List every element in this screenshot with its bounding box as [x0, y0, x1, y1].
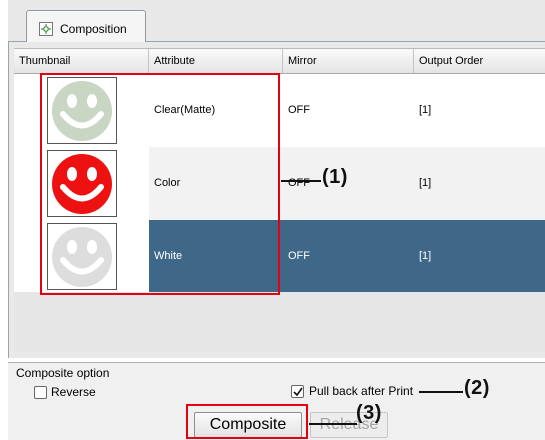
callout-label-1: (1) — [322, 166, 348, 188]
composition-tab-icon — [39, 22, 53, 36]
callout-label-2: (2) — [464, 377, 490, 399]
tab-strip: Composition — [8, 0, 545, 42]
checkmark-icon — [293, 387, 303, 397]
column-header-thumbnail[interactable]: Thumbnail — [14, 49, 149, 73]
table-header: Thumbnail Attribute Mirror Output Order — [14, 48, 545, 74]
composite-option-title: Composite option — [16, 366, 110, 380]
callout-label-3: (3) — [356, 402, 382, 424]
mirror-cell: OFF — [288, 177, 310, 189]
mirror-cell: OFF — [288, 104, 310, 116]
output-order-cell: [1] — [419, 104, 432, 116]
tab-composition-label: Composition — [60, 22, 127, 36]
callout-line-3 — [309, 423, 357, 425]
column-header-output-order[interactable]: Output Order — [414, 49, 545, 73]
pull-back-checkbox[interactable] — [291, 385, 304, 398]
composition-window: Composition Thumbnail Attribute Mirror O… — [0, 0, 545, 440]
pull-back-label: Pull back after Print — [309, 384, 414, 398]
callout-line-1 — [281, 180, 321, 182]
callout-box-3 — [186, 404, 308, 439]
output-order-cell: [1] — [419, 177, 432, 189]
tab-composition[interactable]: Composition — [26, 10, 146, 42]
output-order-cell: [1] — [419, 250, 432, 262]
table-empty-area — [14, 292, 545, 352]
reverse-label: Reverse — [51, 385, 96, 399]
mirror-cell: OFF — [288, 250, 310, 262]
callout-line-2 — [419, 391, 463, 393]
column-header-mirror[interactable]: Mirror — [283, 49, 414, 73]
reverse-checkbox[interactable] — [34, 386, 47, 399]
callout-box-1 — [40, 73, 280, 295]
column-header-attribute[interactable]: Attribute — [149, 49, 283, 73]
